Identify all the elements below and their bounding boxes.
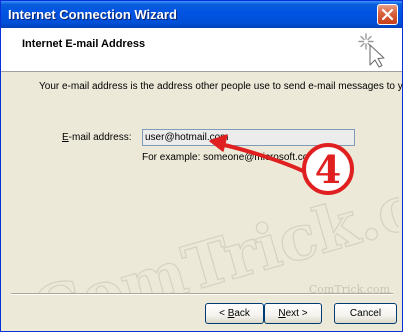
annotation-step-number: 4	[315, 147, 341, 192]
button-separator	[11, 293, 393, 295]
back-label: < Back	[219, 308, 250, 319]
description-text: Your e-mail address is the address other…	[39, 81, 403, 92]
email-example: For example: someone@microsoft.com	[142, 152, 317, 163]
next-accel: N	[278, 308, 286, 319]
wizard-window: Internet Connection Wizard Internet E-ma…	[0, 0, 403, 332]
page-title: Internet E-mail Address	[22, 38, 146, 50]
next-label: Next >	[278, 308, 308, 319]
email-label-accel: E	[62, 132, 69, 143]
close-button[interactable]	[377, 4, 398, 25]
window-title: Internet Connection Wizard	[8, 7, 177, 22]
next-button[interactable]: Next >	[264, 303, 322, 324]
title-bar[interactable]: Internet Connection Wizard	[1, 1, 402, 28]
wizard-header: Internet E-mail Address	[1, 28, 402, 72]
email-label: E-mail address:	[62, 132, 131, 143]
cancel-button[interactable]: Cancel	[334, 303, 397, 324]
back-button[interactable]: < Back	[205, 303, 264, 324]
watermark-large: ComTrick.com	[24, 140, 399, 295]
wand-icon	[358, 33, 385, 68]
svg-text:ComTrick.com: ComTrick.com	[25, 140, 399, 295]
email-label-rest: -mail address:	[68, 132, 132, 143]
back-accel: B	[227, 308, 235, 319]
email-field[interactable]: user@hotmail.com	[142, 129, 355, 146]
close-icon	[381, 8, 394, 21]
